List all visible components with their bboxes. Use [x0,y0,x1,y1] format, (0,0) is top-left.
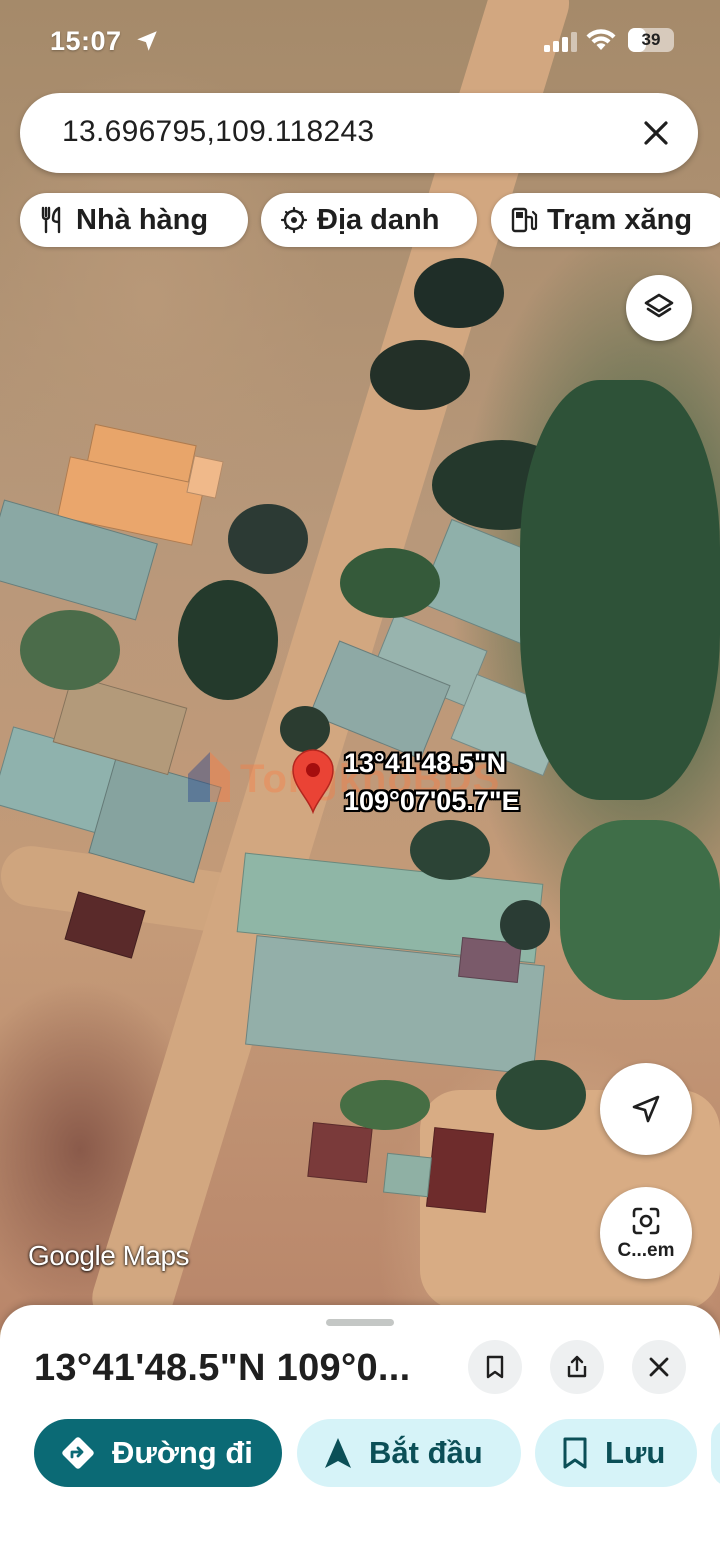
my-location-button[interactable] [600,1063,692,1155]
tree [520,380,720,800]
restaurant-icon [41,206,61,234]
bookmark-icon [563,1437,587,1469]
pin-longitude: 109°07'05.7"E [344,786,520,816]
cellular-signal-icon [544,32,577,52]
tree [370,340,470,410]
search-bar[interactable]: 13.696795,109.118243 [20,93,698,173]
landmark-icon [280,206,308,234]
tree [560,820,720,1000]
close-sheet-button[interactable] [632,1340,686,1394]
navigation-arrow-icon [632,1095,660,1123]
directions-icon [62,1437,94,1469]
tree [340,1080,430,1130]
chip-restaurants[interactable]: Nhà hàng [20,193,248,247]
tree [340,548,440,618]
place-title: 13°41'48.5"N 109°0... [34,1347,411,1389]
tree [410,820,490,880]
more-actions-pill[interactable] [711,1419,720,1487]
lens-camera-icon [632,1207,660,1235]
close-icon [649,1357,669,1377]
chip-gas-stations[interactable]: Trạm xăng [491,193,720,247]
location-arrow-icon [137,31,157,51]
tree [20,610,120,690]
battery-level: 39 [641,30,661,49]
save-place-button[interactable]: Lưu [535,1419,697,1487]
layers-button[interactable] [626,275,692,341]
share-button[interactable] [550,1340,604,1394]
wifi-icon [586,29,616,50]
tree [280,706,330,752]
battery-indicator: 39 [628,28,674,52]
building-roof [383,1152,432,1198]
chip-label: Địa danh [317,203,440,236]
close-icon[interactable] [636,113,676,153]
bookmark-button[interactable] [468,1340,522,1394]
place-bottom-sheet[interactable]: 13°41'48.5"N 109°0... Đường đi Bắt đầu L… [0,1305,720,1557]
search-input[interactable]: 13.696795,109.118243 [62,115,374,149]
building-roof [425,1127,495,1213]
map-pin-icon[interactable] [290,748,336,814]
bookmark-icon [486,1355,504,1379]
chip-label: Trạm xăng [547,203,693,236]
tree [228,504,308,574]
tree [496,1060,586,1130]
google-maps-attribution: Google Maps [28,1240,190,1271]
directions-label: Đường đi [112,1435,253,1470]
camera-label: C...em [617,1240,675,1261]
gas-station-icon [511,207,538,233]
sheet-drag-handle[interactable] [326,1319,394,1326]
building-roof [186,455,224,499]
tree [414,258,504,328]
building-roof [307,1122,373,1183]
share-icon [567,1355,587,1378]
pin-latitude: 13°41'48.5"N [344,748,507,778]
start-navigation-button[interactable]: Bắt đầu [297,1419,521,1487]
directions-button[interactable]: Đường đi [34,1419,282,1487]
tree [178,580,278,700]
layers-icon [644,293,674,318]
navigation-start-icon [325,1438,351,1468]
chip-label: Nhà hàng [76,203,209,236]
tree [500,900,550,950]
camera-search-button[interactable]: C...em [600,1187,692,1279]
watermark-house-icon [188,752,230,802]
start-label: Bắt đầu [369,1435,483,1470]
status-bar: 15:07 39 [0,0,720,80]
clock: 15:07 [50,26,122,56]
pin-coordinate-label: 13°41'48.5"N 109°07'05.7"E [344,744,520,820]
chip-landmarks[interactable]: Địa danh [261,193,477,247]
save-label: Lưu [605,1435,666,1470]
